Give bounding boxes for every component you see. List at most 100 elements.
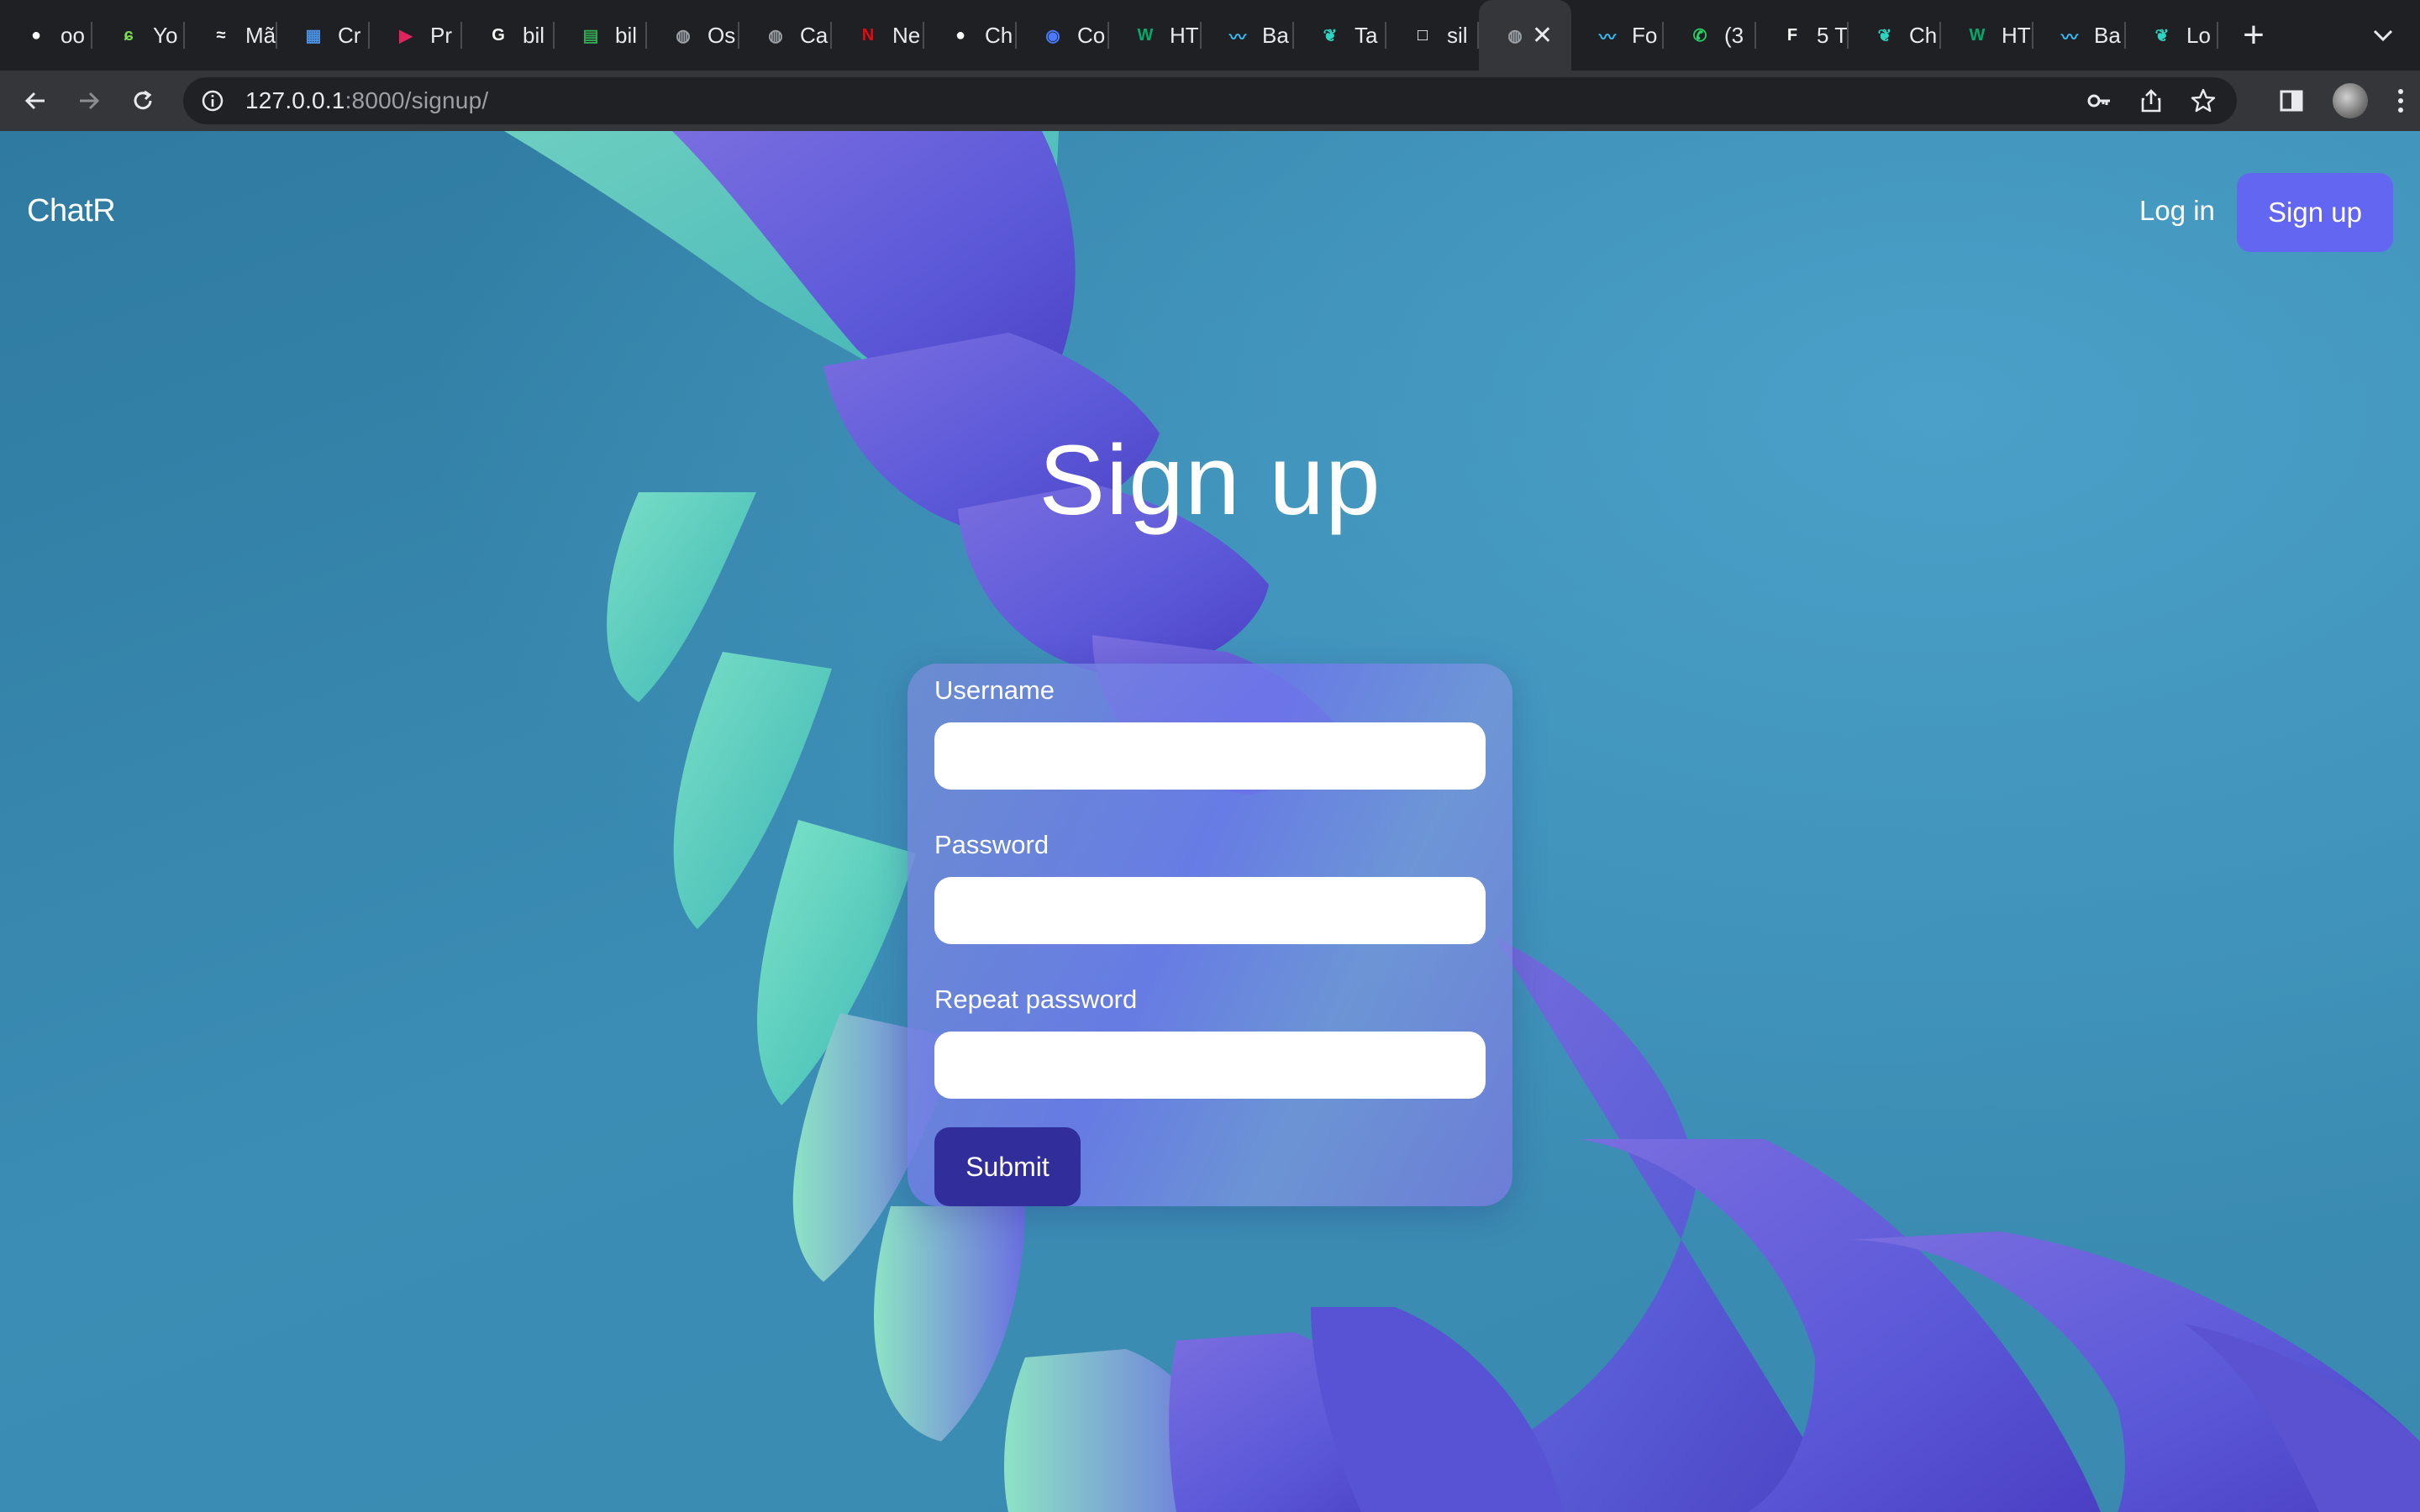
layout-icon: ▦ [305, 26, 322, 45]
browser-tab[interactable]: F 5 T [1756, 0, 1849, 71]
side-panel-icon[interactable] [2279, 88, 2304, 113]
share-icon[interactable] [2138, 87, 2165, 114]
username-field[interactable] [934, 722, 1486, 790]
profile-avatar[interactable] [2333, 83, 2368, 118]
tab-title: Mã [245, 22, 276, 48]
tab-title: Ch [985, 22, 1013, 48]
browser-tab[interactable]: ✆ (3 [1664, 0, 1756, 71]
square-outline-icon: □ [1417, 25, 1428, 45]
top-navbar: ChatR Log in Sign up [0, 131, 2420, 299]
repeat-password-field[interactable] [934, 1032, 1486, 1099]
tab-title: Ca [800, 22, 829, 48]
cloud-wave-icon: ≈ [216, 25, 226, 45]
browser-tab[interactable]: W HT [1109, 0, 1202, 71]
browser-tab[interactable]: □ sil [1386, 0, 1479, 71]
tailwind-icon: 〰 [1599, 28, 1616, 47]
key-icon[interactable] [2086, 87, 2112, 114]
browser-tab[interactable]: ● Ch [924, 0, 1017, 71]
password-field[interactable] [934, 877, 1486, 944]
browser-tab[interactable]: ɕ Yo [92, 0, 185, 71]
brand-logo[interactable]: ChatR [27, 193, 116, 229]
browser-tab[interactable]: ❦ Ta [1294, 0, 1386, 71]
reload-icon[interactable] [116, 71, 170, 131]
play-arrow-icon: ▶ [399, 26, 413, 45]
leaf-swirl-icon: ɕ [124, 25, 134, 45]
password-label: Password [934, 830, 1050, 859]
tab-search-icon[interactable] [2368, 20, 2398, 50]
globe-icon: ◍ [676, 26, 691, 45]
url-text: 127.0.0.1:8000/signup/ [245, 87, 489, 113]
tab-title: Yo [153, 22, 178, 48]
browser-tab[interactable]: Gbil [462, 0, 555, 71]
username-label: Username [934, 675, 1055, 705]
tab-title: Os [708, 22, 736, 48]
sheets-icon: ▤ [582, 26, 599, 45]
tab-title: oo [60, 22, 85, 48]
chatbot-icon: ◉ [1045, 26, 1060, 45]
tab-title: 5 T [1817, 22, 1849, 48]
browser-tab[interactable]: ▶ Pr [370, 0, 462, 71]
browser-tab[interactable]: ◍ Ca [739, 0, 832, 71]
tab-title: Pr [430, 22, 452, 48]
submit-button[interactable]: Submit [934, 1127, 1081, 1206]
tab-title: sil [1447, 22, 1468, 48]
browser-tab[interactable]: ▤ bil [555, 0, 647, 71]
browser-tab[interactable]: 〰 Ba [2033, 0, 2126, 71]
globe-icon: ◍ [1507, 26, 1523, 45]
tab-title: Ba [2094, 22, 2121, 48]
signup-form: Username Password Repeat password Submit [908, 664, 1512, 1206]
tab-title: Fo [1632, 22, 1658, 48]
tailwind-icon: 〰 [1229, 28, 1246, 47]
tab-title: (3 [1724, 22, 1744, 48]
site-info-icon[interactable] [200, 88, 225, 113]
browser-tab[interactable]: ◍ ✕ [1479, 0, 1571, 71]
signup-nav-button[interactable]: Sign up [2237, 173, 2393, 252]
repeat-password-label: Repeat password [934, 984, 1138, 1014]
tab-title: HT [2002, 22, 2031, 48]
tab-title: HT [1170, 22, 1199, 48]
tab-strip: ● oo ɕ Yo ≈ Mã ▦ Cr ▶ Pr Gbil ▤ bil ◍ Os ◍ Ca N Ne ● Ch ◉ Co W H… [0, 0, 2420, 71]
browser-tab[interactable]: ◍ Os [647, 0, 739, 71]
back-arrow-icon[interactable] [8, 71, 62, 131]
address-bar[interactable]: 127.0.0.1:8000/signup/ [183, 77, 2237, 124]
tab-title: bil [615, 22, 638, 48]
w3-icon: W [1969, 25, 1986, 45]
browser-tab[interactable]: 〰 Fo [1571, 0, 1664, 71]
google-icon: G [492, 25, 505, 45]
browser-tab[interactable]: ◉ Co [1017, 0, 1109, 71]
browser-tab[interactable]: ❦ Lo [2126, 0, 2218, 71]
page-content: ChatR Log in Sign up Sign up Username Pa… [0, 131, 2420, 1512]
tab-title: Cr [338, 22, 361, 48]
f-icon: F [1786, 25, 1798, 45]
netflix-icon: N [861, 25, 875, 45]
forward-arrow-icon[interactable] [62, 71, 116, 131]
browser-tab[interactable]: ● oo [0, 0, 92, 71]
new-tab-icon[interactable]: + [2228, 0, 2279, 71]
login-link[interactable]: Log in [2139, 195, 2215, 227]
github-icon: ● [955, 25, 966, 45]
browser-tab[interactable]: ≈ Mã [185, 0, 277, 71]
browser-tab[interactable]: ❦ Ch [1849, 0, 1941, 71]
close-tab-icon[interactable]: ✕ [1532, 21, 1553, 50]
tab-title: Ch [1909, 22, 1938, 48]
tab-title: Ba [1262, 22, 1289, 48]
kebab-menu-icon[interactable] [2396, 87, 2405, 114]
browser-tab[interactable]: ▦ Cr [277, 0, 370, 71]
browser-tab[interactable]: N Ne [832, 0, 924, 71]
w3-icon: W [1137, 25, 1154, 45]
leaf-icon: ❦ [1323, 26, 1338, 45]
leaf-icon: ❦ [2154, 26, 2170, 45]
browser-tab[interactable]: W HT [1941, 0, 2033, 71]
tab-title: Ta [1355, 22, 1378, 48]
bookmark-star-icon[interactable] [2190, 87, 2217, 114]
tab-title: Lo [2186, 22, 2211, 48]
tab-title: bil [523, 22, 545, 48]
page-title: Sign up [1039, 425, 1381, 536]
github-icon: ● [30, 25, 42, 45]
tab-title: Ne [892, 22, 921, 48]
browser-tab[interactable]: 〰 Ba [1202, 0, 1294, 71]
browser-toolbar: 127.0.0.1:8000/signup/ [0, 71, 2420, 131]
tailwind-icon: 〰 [2061, 28, 2078, 47]
globe-icon: ◍ [768, 26, 783, 45]
tab-title: Co [1077, 22, 1106, 48]
